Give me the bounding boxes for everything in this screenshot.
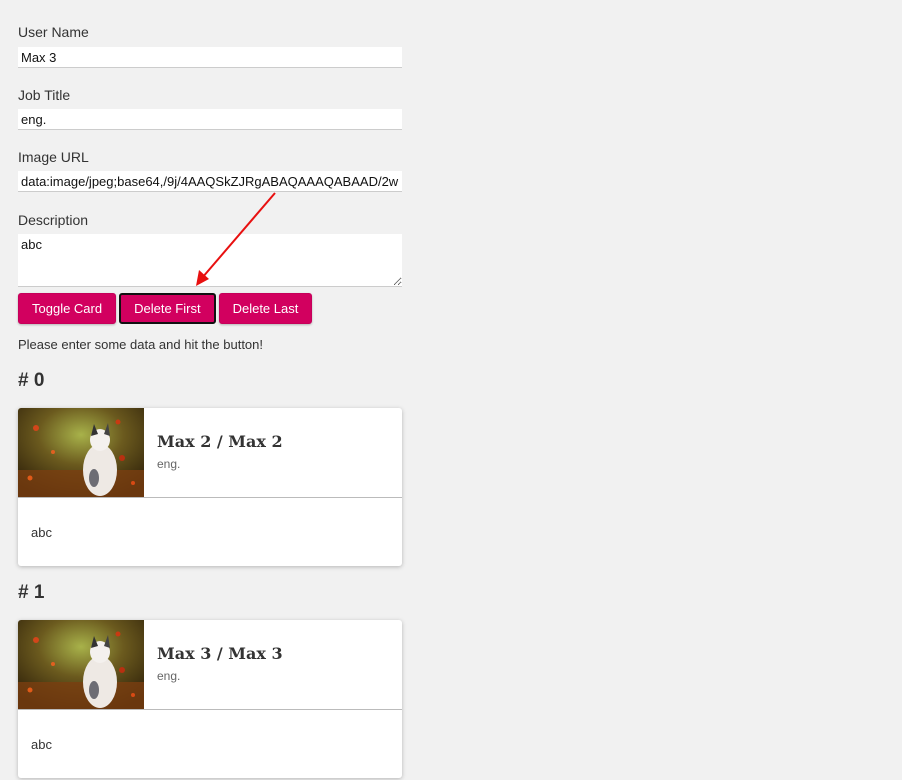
card-description: abc [31,525,52,540]
card-heading: # 0 [18,370,45,391]
toggle-card-button[interactable]: Toggle Card [18,293,117,324]
card-title: Max 2 / Max 2 [157,432,283,451]
user-card: Max 3 / Max 3 eng. abc [18,620,402,778]
card-description: abc [31,737,52,752]
hint-text: Please enter some data and hit the butto… [18,337,264,352]
description-textarea[interactable]: abc [18,234,402,287]
username-label: User Name [18,24,89,40]
action-buttons: Toggle Card Delete First Delete Last [18,293,313,324]
job-title-label: Job Title [18,87,71,103]
job-title-input[interactable] [18,109,402,130]
card-image [18,408,144,497]
image-url-label: Image URL [18,149,89,165]
description-label: Description [18,212,89,228]
card-subtitle: eng. [157,669,181,683]
delete-last-button[interactable]: Delete Last [218,293,313,324]
card-heading: # 1 [18,582,45,603]
username-input[interactable] [18,47,402,68]
card-image [18,620,144,709]
user-card: Max 2 / Max 2 eng. abc [18,408,402,566]
card-title: Max 3 / Max 3 [157,644,283,663]
delete-first-button[interactable]: Delete First [119,293,216,324]
image-url-input[interactable] [18,171,402,192]
card-subtitle: eng. [157,457,181,471]
